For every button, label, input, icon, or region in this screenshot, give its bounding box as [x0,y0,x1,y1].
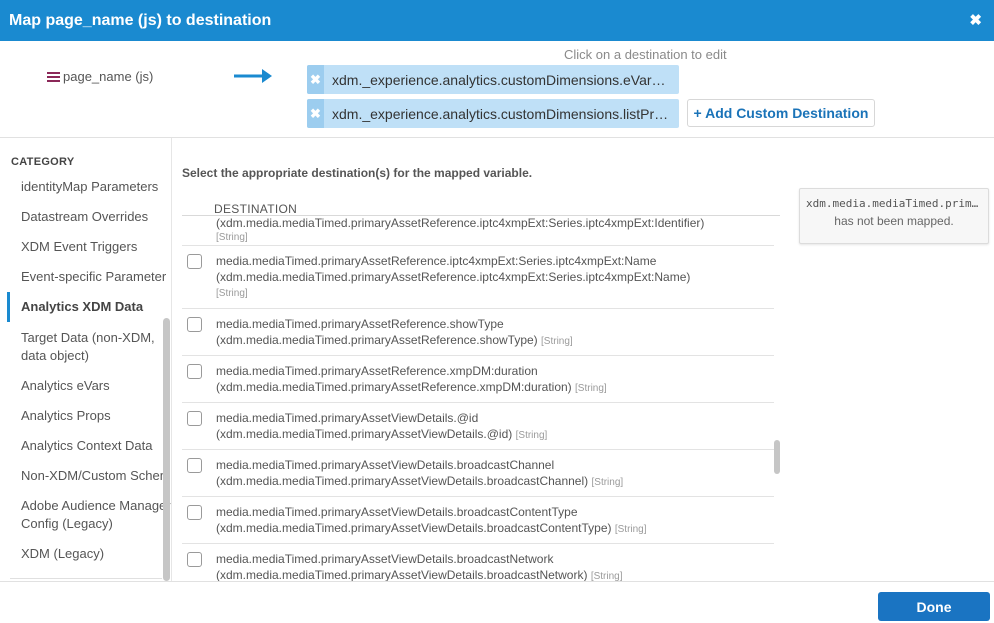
edit-hint: Click on a destination to edit [564,47,727,62]
active-category-indicator [7,292,10,322]
destination-name: media.mediaTimed.primaryAssetReference.i… [216,254,657,268]
destination-path: (xdm.media.mediaTimed.primaryAssetRefere… [216,216,705,230]
destination-chip[interactable]: ✖ xdm._experience.analytics.customDimens… [307,65,679,94]
data-element-icon [47,71,60,82]
destination-checkbox[interactable] [187,458,202,473]
destination-path: (xdm.media.mediaTimed.primaryAssetRefere… [216,380,572,394]
arrow-right-icon [234,69,272,83]
destination-checkbox[interactable] [187,505,202,520]
column-header-divider [182,215,780,216]
destination-type: [String] [614,524,647,535]
destination-chip-label[interactable]: xdm._experience.analytics.customDimensio… [332,72,669,88]
close-icon[interactable]: ✖ [969,11,982,29]
destination-name: media.mediaTimed.primaryAssetViewDetails… [216,411,479,425]
instruction-text: Select the appropriate destination(s) fo… [182,166,533,180]
destination-name: media.mediaTimed.primaryAssetViewDetails… [216,552,554,566]
sidebar-item-analytics-evars[interactable]: Analytics eVars [21,377,166,395]
destination-path-line: (xdm.media.mediaTimed.primaryAssetViewDe… [216,521,647,535]
destination-path-line: (xdm.media.mediaTimed.primaryAssetViewDe… [216,474,623,488]
destination-column-header: DESTINATION [214,202,298,216]
destination-path-line: (xdm.media.mediaTimed.primaryAssetViewDe… [216,568,623,581]
source-variable: page_name (js) [47,69,153,84]
destination-path: (xdm.media.mediaTimed.primaryAssetViewDe… [216,427,513,441]
destination-checkbox[interactable] [187,254,202,269]
destination-name: media.mediaTimed.primaryAssetReference.s… [216,317,504,331]
destination-list-panel: Select the appropriate destination(s) fo… [172,138,994,581]
destination-path: (xdm.media.mediaTimed.primaryAssetViewDe… [216,521,612,535]
category-heading: CATEGORY [11,156,75,168]
dialog-footer: Done [0,581,994,623]
mapping-panel: Click on a destination to edit page_name… [0,41,994,138]
destination-name: media.mediaTimed.primaryAssetViewDetails… [216,458,555,472]
table-row[interactable]: media.mediaTimed.primaryAssetReference.x… [182,356,774,403]
sidebar-item-analytics-context-data[interactable]: Analytics Context Data [21,437,166,455]
destination-checkbox[interactable] [187,411,202,426]
destination-type: [String] [515,430,548,441]
destination-checkbox[interactable] [187,317,202,332]
destination-type: [String] [216,288,248,299]
destination-list: (xdm.media.mediaTimed.primaryAssetRefere… [182,216,774,581]
table-row[interactable]: media.mediaTimed.primaryAssetViewDetails… [182,450,774,497]
sidebar-scrollbar[interactable] [163,318,170,581]
dialog-title: Map page_name (js) to destination [9,12,272,29]
destination-path: (xdm.media.mediaTimed.primaryAssetViewDe… [216,474,589,488]
destination-path-line: (xdm.media.mediaTimed.primaryAssetRefere… [216,380,607,394]
destination-type: [String] [575,383,607,394]
category-sidebar: CATEGORY identityMap Parameters Datastre… [0,138,172,581]
dialog-header: Map page_name (js) to destination ✖ [0,0,994,41]
destination-path: (xdm.media.mediaTimed.primaryAssetRefere… [216,333,538,347]
destination-checkbox[interactable] [187,552,202,567]
sidebar-divider [10,578,162,579]
table-row[interactable]: media.mediaTimed.primaryAssetReference.s… [182,309,774,356]
destination-name: media.mediaTimed.primaryAssetReference.x… [216,364,538,378]
sidebar-item-analytics-props[interactable]: Analytics Props [21,407,166,425]
destination-type: [String] [541,336,573,347]
destination-type: [String] [590,571,623,581]
table-row[interactable]: media.mediaTimed.primaryAssetReference.i… [182,246,774,309]
sidebar-item-identitymap-parameters[interactable]: identityMap Parameters [21,178,166,196]
table-row[interactable]: (xdm.media.mediaTimed.primaryAssetRefere… [182,216,774,246]
destination-chip[interactable]: ✖ xdm._experience.analytics.customDimens… [307,99,679,128]
sidebar-item-event-specific-parameters[interactable]: Event-specific Parameters [21,268,166,286]
sidebar-item-audience-manager-config[interactable]: Adobe Audience Manager Config (Legacy) [21,497,171,533]
destination-path-line: (xdm.media.mediaTimed.primaryAssetViewDe… [216,427,547,441]
unmapped-tooltip: xdm.media.mediaTimed.primaryAssetReferen… [799,188,989,244]
remove-destination-icon[interactable]: ✖ [307,99,324,128]
table-row[interactable]: media.mediaTimed.primaryAssetViewDetails… [182,544,774,581]
done-button[interactable]: Done [878,592,990,621]
destination-type: [String] [591,477,624,488]
tooltip-path: xdm.media.mediaTimed.primaryAssetReferen… [806,197,988,210]
sidebar-item-xdm-event-triggers[interactable]: XDM Event Triggers [21,238,166,256]
sidebar-item-datastream-overrides[interactable]: Datastream Overrides [21,208,166,226]
source-variable-label: page_name (js) [63,69,154,84]
destination-chip-label[interactable]: xdm._experience.analytics.customDimensio… [332,106,669,122]
table-row[interactable]: media.mediaTimed.primaryAssetViewDetails… [182,403,774,450]
destination-name: media.mediaTimed.primaryAssetViewDetails… [216,505,578,519]
destination-path-line: (xdm.media.mediaTimed.primaryAssetRefere… [216,333,573,347]
remove-destination-icon[interactable]: ✖ [307,65,324,94]
destination-path: (xdm.media.mediaTimed.primaryAssetViewDe… [216,568,588,581]
destination-path: (xdm.media.mediaTimed.primaryAssetRefere… [216,270,691,284]
destination-checkbox[interactable] [187,364,202,379]
sidebar-item-target-data[interactable]: Target Data (non-XDM, data object) [21,329,171,365]
tooltip-message: has not been mapped. [834,214,954,228]
add-custom-destination-button[interactable]: + Add Custom Destination [687,99,875,127]
destination-type: [String] [216,232,248,243]
destination-list-scrollbar[interactable] [774,440,780,474]
sidebar-item-non-xdm-custom-schema[interactable]: Non-XDM/Custom Schema [21,467,166,485]
sidebar-item-analytics-xdm-data[interactable]: Analytics XDM Data [21,298,166,316]
table-row[interactable]: media.mediaTimed.primaryAssetViewDetails… [182,497,774,544]
sidebar-item-xdm-legacy[interactable]: XDM (Legacy) [21,545,166,563]
